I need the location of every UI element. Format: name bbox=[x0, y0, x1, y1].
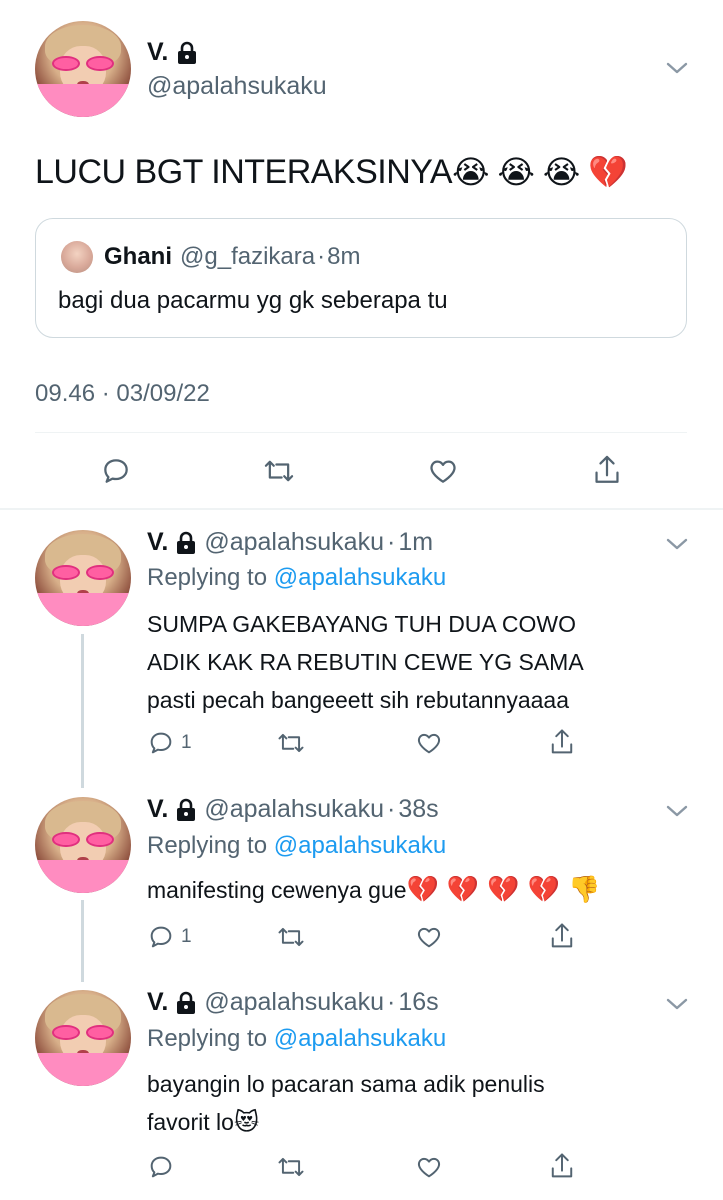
share-icon bbox=[551, 729, 573, 754]
author-handle[interactable]: @apalahsukaku bbox=[204, 795, 384, 824]
author-handle[interactable]: @apalahsukaku bbox=[147, 72, 327, 101]
reply-time: 38s bbox=[398, 795, 439, 823]
thread-line bbox=[81, 634, 84, 788]
lock-icon bbox=[178, 41, 197, 64]
share-icon bbox=[551, 923, 573, 948]
retweet-icon bbox=[264, 460, 294, 482]
replying-to-link[interactable]: @apalahsukaku bbox=[274, 832, 446, 859]
replying-to: Replying to @apalahsukaku bbox=[147, 564, 447, 591]
share-button[interactable] bbox=[591, 453, 623, 487]
reply-button[interactable] bbox=[147, 1153, 181, 1181]
share-icon bbox=[551, 1153, 573, 1178]
tweet-timestamp: 09.46 · 03/09/22 bbox=[35, 380, 210, 407]
quoted-author-handle: @g_fazikara bbox=[180, 243, 316, 270]
meta-sep: · bbox=[387, 988, 396, 1016]
reply-icon bbox=[150, 926, 172, 948]
like-icon bbox=[417, 733, 441, 754]
lock-icon bbox=[177, 531, 196, 554]
share-button[interactable] bbox=[548, 727, 576, 757]
section-divider bbox=[0, 508, 723, 510]
reply-text: SUMPA GAKEBAYANG TUH DUA COWO ADIK KAK R… bbox=[147, 611, 584, 713]
author-name[interactable]: V. bbox=[147, 528, 168, 557]
like-icon bbox=[417, 1157, 441, 1178]
share-icon bbox=[595, 455, 619, 483]
author-name[interactable]: V. bbox=[147, 795, 168, 824]
quoted-tweet-card[interactable]: Ghani @g_fazikara · 8m bagi dua pacarmu … bbox=[35, 218, 687, 338]
meta-sep: · bbox=[387, 528, 396, 556]
reply-time: 16s bbox=[398, 988, 439, 1016]
retweet-icon bbox=[278, 927, 304, 947]
avatar[interactable] bbox=[35, 797, 131, 893]
reply-button[interactable] bbox=[100, 455, 132, 487]
tweet-text: LUCU BGT INTERAKSINYA😭😭😭💔 bbox=[35, 150, 636, 194]
quoted-sep: · bbox=[317, 243, 326, 270]
chevron-down-icon[interactable] bbox=[665, 803, 689, 819]
reply-icon bbox=[150, 1156, 172, 1178]
retweet-icon bbox=[278, 733, 304, 753]
author-handle[interactable]: @apalahsukaku bbox=[204, 988, 384, 1017]
author-name[interactable]: V. bbox=[147, 988, 168, 1017]
avatar[interactable] bbox=[35, 530, 131, 626]
reply-button[interactable]: 1 bbox=[147, 923, 192, 951]
retweet-button[interactable] bbox=[276, 923, 306, 951]
like-icon bbox=[430, 460, 456, 483]
reply-icon bbox=[104, 459, 128, 483]
author-handle[interactable]: @apalahsukaku bbox=[204, 528, 384, 557]
reply-icon bbox=[150, 732, 172, 754]
quoted-text: bagi dua pacarmu yg gk seberapa tu bbox=[58, 287, 448, 314]
chevron-down-icon[interactable] bbox=[665, 536, 689, 552]
divider bbox=[35, 432, 687, 433]
chevron-down-icon[interactable] bbox=[665, 996, 689, 1012]
reply-count: 1 bbox=[181, 926, 192, 947]
heart-emojis: 💔💔💔💔👎 bbox=[406, 875, 609, 905]
reply-time: 1m bbox=[398, 528, 434, 556]
like-icon bbox=[417, 927, 441, 948]
chevron-down-icon[interactable] bbox=[665, 60, 689, 76]
reply-text: manifesting cewenya gue💔💔💔💔👎 bbox=[147, 871, 608, 909]
retweet-button[interactable] bbox=[276, 729, 306, 757]
replying-to: Replying to @apalahsukaku bbox=[147, 832, 447, 859]
heart-eyes-cat-emoji: 😻 bbox=[233, 1108, 259, 1136]
like-button[interactable] bbox=[414, 729, 444, 757]
quoted-avatar bbox=[61, 241, 93, 273]
reply-text: bayangin lo pacaran sama adik penulis fa… bbox=[147, 1065, 545, 1141]
lock-icon bbox=[177, 991, 196, 1014]
like-button[interactable] bbox=[414, 923, 444, 951]
thread-line bbox=[81, 900, 84, 982]
crying-emojis: 😭😭😭💔 bbox=[452, 153, 637, 191]
replying-to: Replying to @apalahsukaku bbox=[147, 1025, 447, 1052]
share-button[interactable] bbox=[548, 1151, 576, 1181]
lock-icon bbox=[177, 798, 196, 821]
retweet-icon bbox=[278, 1157, 304, 1177]
reply-count: 1 bbox=[181, 732, 192, 753]
meta-sep: · bbox=[387, 795, 396, 823]
avatar[interactable] bbox=[35, 990, 131, 1086]
reply-button[interactable]: 1 bbox=[147, 729, 192, 757]
author-name[interactable]: V. bbox=[147, 38, 168, 67]
like-button[interactable] bbox=[414, 1153, 444, 1181]
share-button[interactable] bbox=[548, 921, 576, 951]
avatar[interactable] bbox=[35, 21, 131, 117]
quoted-author-name: Ghani bbox=[104, 243, 173, 270]
replying-to-link[interactable]: @apalahsukaku bbox=[274, 564, 446, 591]
like-button[interactable] bbox=[426, 455, 460, 487]
replying-to-link[interactable]: @apalahsukaku bbox=[274, 1025, 446, 1052]
quoted-time: 8m bbox=[327, 243, 361, 270]
retweet-button[interactable] bbox=[262, 455, 296, 487]
retweet-button[interactable] bbox=[276, 1153, 306, 1181]
